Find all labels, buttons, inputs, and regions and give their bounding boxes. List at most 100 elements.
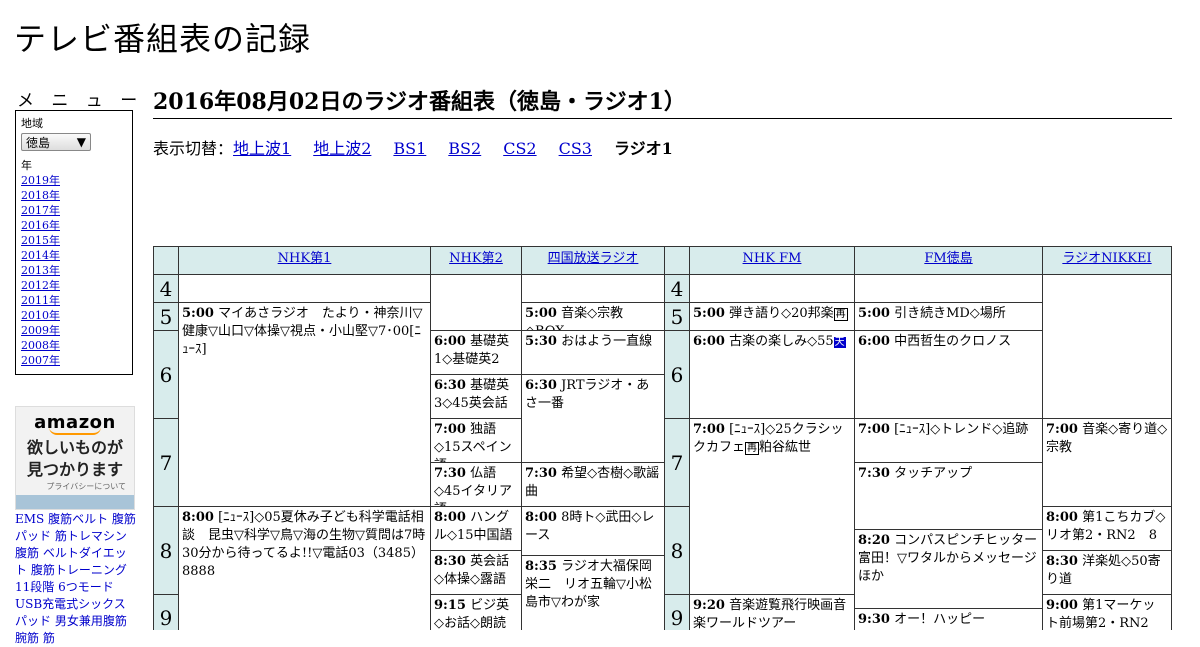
program-cell[interactable]: 5:30 おはよう一直線 — [521, 330, 665, 375]
program-cell[interactable]: 8:00 第1こちカブ◇リオ第2・RN2 8 — [1042, 506, 1172, 551]
program-title: オー！ハッピー — [894, 612, 986, 627]
year-link-2010[interactable]: 2010年 — [21, 308, 127, 323]
program-cell[interactable]: 8:30 洋楽処◇50寄り道 — [1042, 550, 1172, 595]
program-time: 8:00 — [182, 510, 214, 525]
switch-link-terrestrial2[interactable]: 地上波2 — [313, 139, 371, 158]
program-cell[interactable]: 8:30 英会話◇体操◇露語 — [430, 550, 522, 595]
program-title: おはよう一直線 — [561, 334, 653, 349]
year-link-2011[interactable]: 2011年 — [21, 293, 127, 308]
year-link-2014[interactable]: 2014年 — [21, 248, 127, 263]
menu-label: メ ニ ュ ー — [17, 91, 144, 111]
year-link-2016[interactable]: 2016年 — [21, 218, 127, 233]
program-cell[interactable]: 6:00 基礎英1◇基礎英2 — [430, 330, 522, 375]
hour-cell-7b: 7 — [664, 418, 690, 507]
program-cell[interactable]: 9:15 ビジ英◇お話◇朗読 — [430, 594, 522, 630]
site-title: テレビ番組表の記録 — [14, 20, 312, 58]
hour-cell-4b: 4 — [664, 274, 690, 303]
program-cell[interactable]: 6:30 基礎英3◇45英会話 — [430, 374, 522, 419]
program-cell[interactable]: 6:00 中西哲生のクロノス — [854, 330, 1043, 419]
program-cell[interactable]: 7:00 [ﾆｭｰｽ]◇25クラシックカフェ再粕谷紘世 — [689, 418, 855, 595]
switch-current-radio1: ラジオ1 — [613, 139, 673, 158]
program-title: マイあさラジオ たより・神奈川▽健康▽山口▽体操▽視点・小山堅▽7･00[ﾆｭｰ… — [182, 306, 423, 357]
program-time: 9:30 — [858, 612, 890, 627]
channel-link-nhk2[interactable]: NHK第2 — [449, 251, 503, 266]
amazon-ad[interactable]: amazon 欲しいものが 見つかります プライバシーについて — [15, 406, 135, 510]
program-empty — [521, 274, 665, 303]
switch-link-cs3[interactable]: CS3 — [559, 139, 592, 158]
year-link-2018[interactable]: 2018年 — [21, 188, 127, 203]
program-title: タッチアップ — [894, 466, 973, 481]
program-time: 5:00 — [858, 306, 890, 321]
ad-text-links[interactable]: EMS 腹筋ベルト 腹筋パッド 筋トレマシン 腹筋 ベルトダイエット 腹筋トレー… — [15, 511, 137, 647]
program-cell[interactable]: 8:00 ハングル◇15中国語 — [430, 506, 522, 551]
program-cell[interactable]: 5:00 引き続きMD◇場所 — [854, 302, 1043, 331]
program-cell[interactable]: 9:00 第1マーケット前場第2・RN2 — [1042, 594, 1172, 630]
program-empty — [1042, 274, 1172, 419]
program-cell[interactable]: 7:00 音楽◇寄り道◇宗教 — [1042, 418, 1172, 507]
program-cell[interactable]: 6:00 古楽の楽しみ◇55天 — [689, 330, 855, 419]
program-cell[interactable]: 7:30 仏語◇45イタリア語 — [430, 462, 522, 507]
program-time: 8:00 — [434, 510, 466, 525]
ad-bar — [16, 495, 134, 509]
channel-link-jrt[interactable]: 四国放送ラジオ — [548, 251, 639, 266]
year-link-2015[interactable]: 2015年 — [21, 233, 127, 248]
program-cell[interactable]: 5:00 音楽◇宗教◇BOX — [521, 302, 665, 331]
program-time: 7:00 — [858, 422, 890, 437]
program-cell[interactable]: 9:20 音楽遊覧飛行映画音楽ワールドツアー — [689, 594, 855, 630]
program-cell[interactable]: 7:30 タッチアップ — [854, 462, 1043, 530]
year-link-2008[interactable]: 2008年 — [21, 338, 127, 353]
ad-privacy-link[interactable]: プライバシーについて — [16, 481, 134, 492]
program-cell[interactable]: 8:35 ラジオ大福保岡栄二 リオ五輪▽小松島市▽わが家 — [521, 555, 665, 630]
channel-header-nhk1: NHK第1 — [178, 246, 431, 275]
corner-cell — [153, 246, 179, 275]
program-cell[interactable]: 7:00 [ﾆｭｰｽ]◇トレンド◇追跡 — [854, 418, 1043, 463]
program-cell[interactable]: 7:30 希望◇杏樹◇歌謡曲 — [521, 462, 665, 507]
hour-cell-5b: 5 — [664, 302, 690, 331]
amazon-logo: amazon — [34, 412, 116, 433]
channel-header-nhk2: NHK第2 — [430, 246, 522, 275]
program-empty — [178, 274, 431, 303]
program-title: 古楽の楽しみ◇55 — [729, 334, 834, 349]
channel-link-nhkfm[interactable]: NHK FM — [743, 251, 802, 266]
program-grid: NHK第1 NHK第2 四国放送ラジオ NHK FM FM徳島 ラジオNIKKE… — [153, 246, 1172, 630]
year-link-2013[interactable]: 2013年 — [21, 263, 127, 278]
hour-cell-7: 7 — [153, 418, 179, 507]
region-select[interactable]: 徳島 ▼ — [21, 133, 91, 151]
program-cell[interactable]: 6:30 JRTラジオ・あさ一番 — [521, 374, 665, 463]
switch-link-cs2[interactable]: CS2 — [503, 139, 536, 158]
year-link-2017[interactable]: 2017年 — [21, 203, 127, 218]
channel-header-jrt: 四国放送ラジオ — [521, 246, 665, 275]
program-time: 7:30 — [434, 466, 466, 481]
program-title: [ﾆｭｰｽ]◇トレンド◇追跡 — [894, 422, 1029, 437]
program-time: 7:00 — [434, 422, 466, 437]
year-link-2012[interactable]: 2012年 — [21, 278, 127, 293]
program-cell[interactable]: 8:20 コンパスピンチヒッター富田！▽ワタルからメッセージほか — [854, 529, 1043, 609]
switch-link-bs1[interactable]: BS1 — [393, 139, 426, 158]
channel-link-nikkei[interactable]: ラジオNIKKEI — [1062, 251, 1151, 266]
region-value: 徳島 — [26, 135, 51, 150]
rerun-badge-icon: 再 — [833, 308, 848, 321]
year-link-2019[interactable]: 2019年 — [21, 173, 127, 188]
corner-cell-2 — [664, 246, 690, 275]
year-link-2009[interactable]: 2009年 — [21, 323, 127, 338]
program-cell[interactable]: 8:00 8時ト◇武田◇レース — [521, 506, 665, 556]
hour-cell-4: 4 — [153, 274, 179, 303]
switch-link-bs2[interactable]: BS2 — [448, 139, 481, 158]
program-cell[interactable]: 5:00 マイあさラジオ たより・神奈川▽健康▽山口▽体操▽視点・小山堅▽7･0… — [178, 302, 431, 507]
dropdown-arrow-icon: ▼ — [76, 135, 86, 149]
year-link-2007[interactable]: 2007年 — [21, 353, 127, 368]
channel-link-fmtokushima[interactable]: FM徳島 — [924, 251, 972, 266]
program-cell[interactable]: 7:00 独語◇15スペイン語 — [430, 418, 522, 463]
program-cell[interactable]: 8:00 [ﾆｭｰｽ]◇05夏休み子ども科学電話相談 昆虫▽科学▽鳥▽海の生物▽… — [178, 506, 431, 630]
program-cell[interactable]: 5:00 弾き語り◇20邦楽再 — [689, 302, 855, 331]
weather-badge-icon: 天 — [833, 337, 846, 348]
program-time: 5:00 — [182, 306, 214, 321]
channel-link-nhk1[interactable]: NHK第1 — [278, 251, 332, 266]
program-empty — [430, 274, 522, 331]
program-time: 6:00 — [434, 334, 466, 349]
program-time: 7:30 — [525, 466, 557, 481]
program-cell[interactable]: 9:30 オー！ハッピー — [854, 608, 1043, 630]
switch-link-terrestrial1[interactable]: 地上波1 — [233, 139, 291, 158]
hour-cell-6b: 6 — [664, 330, 690, 419]
hour-cell-6: 6 — [153, 330, 179, 419]
